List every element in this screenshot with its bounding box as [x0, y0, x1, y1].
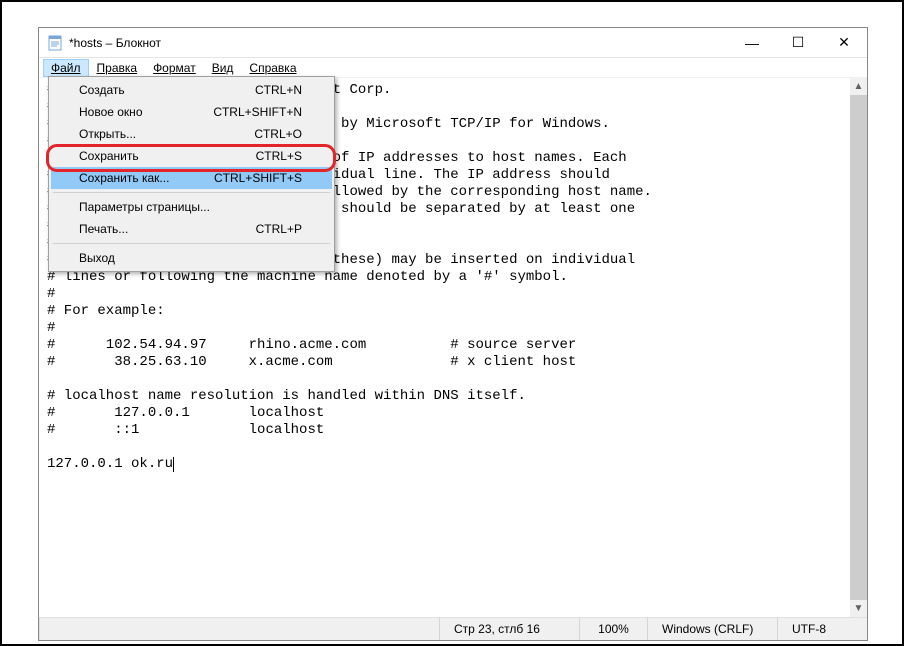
- menu-item-exit[interactable]: Выход: [51, 247, 332, 269]
- menu-item-page-setup[interactable]: Параметры страницы...: [51, 196, 332, 218]
- title-bar: *hosts – Блокнот — ☐ ✕: [39, 28, 867, 58]
- scroll-down-icon[interactable]: ▼: [850, 600, 867, 617]
- menu-bar: Файл Правка Формат Вид Справка: [39, 58, 867, 78]
- menu-help[interactable]: Справка: [241, 59, 304, 77]
- menu-item-open[interactable]: Открыть...CTRL+O: [51, 123, 332, 145]
- minimize-button[interactable]: —: [729, 28, 775, 57]
- menu-item-save[interactable]: СохранитьCTRL+S: [51, 145, 332, 167]
- menu-item-save-as[interactable]: Сохранить как...CTRL+SHIFT+S: [51, 167, 332, 189]
- file-menu-dropdown: СоздатьCTRL+N Новое окноCTRL+SHIFT+N Отк…: [48, 76, 335, 272]
- scroll-track[interactable]: [850, 95, 867, 600]
- status-format: UTF-8: [777, 618, 867, 640]
- menu-format[interactable]: Формат: [145, 59, 204, 77]
- menu-item-new[interactable]: СоздатьCTRL+N: [51, 79, 332, 101]
- menu-separator: [53, 192, 330, 193]
- status-zoom: 100%: [579, 618, 647, 640]
- scroll-thumb[interactable]: [850, 95, 867, 600]
- status-position: Стр 23, стлб 16: [439, 618, 579, 640]
- text-caret: [173, 457, 174, 472]
- notepad-icon: [47, 35, 63, 51]
- menu-separator: [53, 243, 330, 244]
- scroll-up-icon[interactable]: ▲: [850, 78, 867, 95]
- vertical-scrollbar[interactable]: ▲ ▼: [850, 78, 867, 617]
- menu-file[interactable]: Файл: [43, 59, 89, 77]
- menu-edit[interactable]: Правка: [89, 59, 146, 77]
- menu-view[interactable]: Вид: [204, 59, 242, 77]
- close-button[interactable]: ✕: [821, 28, 867, 57]
- maximize-button[interactable]: ☐: [775, 28, 821, 57]
- status-encoding: Windows (CRLF): [647, 618, 777, 640]
- window-title: *hosts – Блокнот: [69, 36, 161, 50]
- menu-item-new-window[interactable]: Новое окноCTRL+SHIFT+N: [51, 101, 332, 123]
- status-bar: Стр 23, стлб 16 100% Windows (CRLF) UTF-…: [39, 617, 867, 640]
- window-controls: — ☐ ✕: [729, 28, 867, 57]
- menu-item-print[interactable]: Печать...CTRL+P: [51, 218, 332, 240]
- status-spacer: [39, 618, 439, 640]
